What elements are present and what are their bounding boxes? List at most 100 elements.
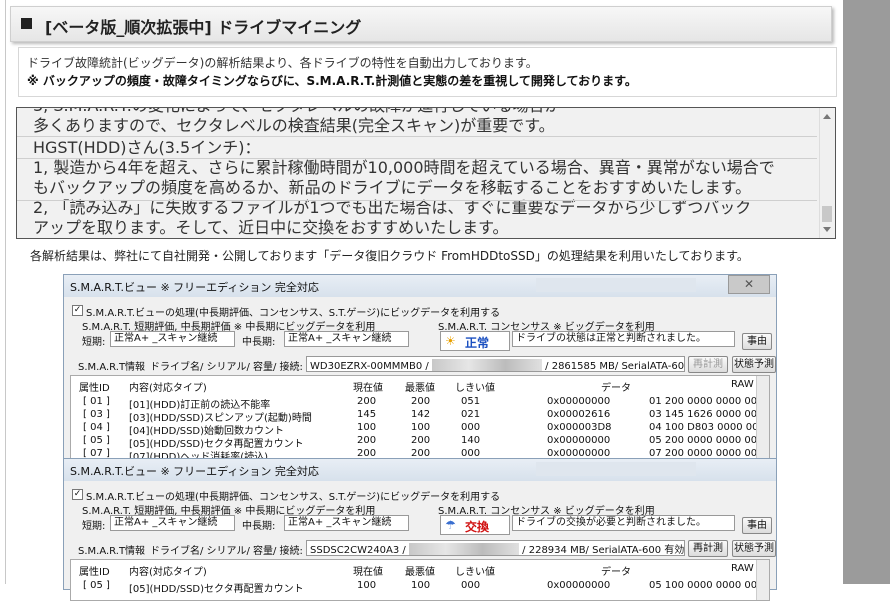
scroll-thumb[interactable] bbox=[822, 206, 832, 222]
right-margin bbox=[843, 0, 890, 584]
analysis-line: もバックアップの頻度を高めるか、新品のドライブにデータを移転することをおすすめい… bbox=[33, 178, 752, 197]
predict-button[interactable]: 状態予測 bbox=[732, 356, 776, 373]
reason-button[interactable]: 事由 bbox=[742, 517, 772, 534]
analysis-line: HGST(HDD)さん(3.5インチ)： bbox=[33, 138, 261, 157]
cell-threshold: 000 bbox=[461, 580, 481, 591]
col-header: しきい値 bbox=[455, 567, 495, 578]
status-badge: ☀ 正常 bbox=[440, 331, 510, 351]
short-label: 短期: bbox=[82, 521, 106, 532]
cell-id: [ 03 ] bbox=[83, 409, 110, 420]
drive-label: ドライブ名/ シリアル/ 容量/ 接続: bbox=[150, 546, 303, 557]
reason-button[interactable]: 事由 bbox=[742, 333, 772, 350]
scroll-up-icon[interactable] bbox=[823, 114, 831, 119]
long-eval-field: 正常A+ _スキャン継続 bbox=[284, 515, 409, 531]
background-window-title bbox=[536, 462, 696, 476]
cell-threshold: 051 bbox=[461, 396, 481, 407]
cell-raw: 03 145 1626 0000 0000 bbox=[649, 409, 770, 420]
short-eval-field: 正常A+ _スキャン継続 bbox=[110, 515, 235, 531]
predict-button[interactable]: 状態予測 bbox=[732, 540, 776, 557]
bigdata-checkbox[interactable]: ✓ bbox=[72, 489, 83, 500]
bigdata-checkbox[interactable]: ✓ bbox=[72, 305, 83, 316]
cell-worst: 100 bbox=[411, 422, 431, 433]
status-text: 正常 bbox=[465, 336, 490, 350]
table-row[interactable]: [ 05 ] [05](HDD/SSD)セクタ再配置カウント 200 200 1… bbox=[71, 435, 770, 450]
intro-line-2: ※ バックアップの頻度・故障タイミングならびに、S.M.A.R.T.計測値と実態… bbox=[27, 74, 637, 88]
cell-current: 200 bbox=[357, 435, 377, 446]
cell-data: 0x000003D8 bbox=[547, 422, 612, 433]
smart-info-label: S.M.A.R.T情報 bbox=[78, 546, 146, 557]
col-header: RAW bbox=[731, 379, 754, 390]
remeasure-button[interactable]: 再計測 bbox=[688, 540, 728, 557]
analysis-line: 2, 「読み込み」に失敗するファイルが1つでも出た場合は、すぐに重要なデータから… bbox=[33, 198, 752, 217]
smart-attribute-table: 属性ID 内容(対応タイプ) 現在値 最悪値 しきい値 データ RAW [ 05… bbox=[70, 559, 770, 601]
drive-label: ドライブ名/ シリアル/ 容量/ 接続: bbox=[150, 362, 303, 373]
analysis-line: 多くありますので、セクタレベルの検査結果(完全スキャン)が重要です。 bbox=[33, 116, 555, 135]
intro-line-1: ドライブ故障統計(ビッグデータ)の解析結果より、各ドライブの特性を自動出力してお… bbox=[27, 56, 538, 70]
cell-current: 200 bbox=[357, 396, 377, 407]
col-header: 属性ID bbox=[79, 383, 110, 394]
cell-worst: 200 bbox=[411, 396, 431, 407]
cell-worst: 200 bbox=[411, 435, 431, 446]
remeasure-button[interactable]: 再計測 bbox=[688, 356, 728, 373]
cell-id: [ 05 ] bbox=[83, 580, 110, 591]
scroll-down-icon[interactable] bbox=[823, 227, 831, 232]
cell-desc: [05](HDD/SSD)セクタ再配置カウント bbox=[129, 584, 304, 595]
divider bbox=[17, 200, 817, 201]
cell-id: [ 05 ] bbox=[83, 435, 110, 446]
smart-view-window-2: S.M.A.R.T.ビュー ※ フリーエディション 完全対応 ✓ S.M.A.R… bbox=[63, 458, 777, 601]
vertical-scrollbar[interactable] bbox=[819, 108, 835, 238]
status-message: ドライブの交換が必要と判断されました。 bbox=[512, 515, 735, 531]
sun-icon: ☀ bbox=[445, 334, 456, 348]
cell-id: [ 01 ] bbox=[83, 396, 110, 407]
cell-current: 145 bbox=[357, 409, 377, 420]
col-header: 内容(対応タイプ) bbox=[129, 383, 207, 394]
drive-field: SSDSC2CW240A3 / / 228934 MB/ SerialATA-6… bbox=[306, 540, 685, 556]
section-header: [ベータ版_順次拡張中] ドライブマイニング bbox=[10, 6, 832, 42]
section-title: [ベータ版_順次拡張中] ドライブマイニング bbox=[45, 18, 362, 37]
drive-info: / 228934 MB/ SerialATA-600 有効 bbox=[522, 545, 685, 556]
status-message: ドライブの状態は正常と判断されました。 bbox=[512, 331, 735, 347]
cell-threshold: 140 bbox=[461, 435, 481, 446]
smart-attribute-table: 属性ID 内容(対応タイプ) 現在値 最悪値 しきい値 データ RAW [ 01… bbox=[70, 375, 770, 463]
umbrella-icon: ☂ bbox=[445, 518, 456, 532]
drive-model: WD30EZRX-00MMMB0 / bbox=[310, 361, 429, 372]
table-scrollbar[interactable] bbox=[756, 376, 769, 462]
smart-view-window-1: S.M.A.R.T.ビュー ※ フリーエディション 完全対応 ✕ ✓ S.M.A… bbox=[63, 274, 777, 463]
cell-threshold: 021 bbox=[461, 409, 481, 420]
analysis-text: 3, S.M.A.R.T.の変化によって、セクタレベルの故障が進行している場合が… bbox=[33, 108, 823, 238]
cell-worst: 142 bbox=[411, 409, 431, 420]
status-badge: ☂ 交換 bbox=[440, 515, 510, 535]
col-header: 現在値 bbox=[353, 567, 383, 578]
table-row[interactable]: [ 03 ] [03](HDD/SSD)スピンアップ(起動)時間 145 142… bbox=[71, 409, 770, 424]
background-window-title bbox=[536, 278, 696, 292]
cell-raw: 04 100 D803 0000 0000 bbox=[649, 422, 770, 433]
cell-raw: 01 200 0000 0000 0000 bbox=[649, 396, 770, 407]
analysis-line: 1, 製造から4年を超え、さらに累計稼働時間が10,000時間を超えている場合、… bbox=[33, 158, 775, 177]
intro-box: ドライブ故障統計(ビッグデータ)の解析結果より、各ドライブの特性を自動出力してお… bbox=[18, 47, 837, 97]
analysis-line: 3, S.M.A.R.T.の変化によって、セクタレベルの故障が進行している場合が bbox=[33, 108, 823, 116]
cell-data: 0x00000000 bbox=[547, 396, 611, 407]
table-row[interactable]: [ 05 ] [05](HDD/SSD)セクタ再配置カウント 100 100 0… bbox=[71, 580, 770, 595]
window-titlebar: S.M.A.R.T.ビュー ※ フリーエディション 完全対応 ✕ bbox=[64, 275, 776, 297]
analysis-scrollbox[interactable]: 3, S.M.A.R.T.の変化によって、セクタレベルの故障が進行している場合が… bbox=[16, 107, 836, 239]
table-scrollbar[interactable] bbox=[756, 560, 769, 600]
col-header: 内容(対応タイプ) bbox=[129, 567, 207, 578]
divider bbox=[17, 136, 817, 137]
table-row[interactable]: [ 01 ] [01](HDD)訂正前の読込不能率 200 200 051 0x… bbox=[71, 396, 770, 411]
table-row[interactable]: [ 04 ] [04](HDD/SSD)始動回数カウント 100 100 000… bbox=[71, 422, 770, 437]
window-title: S.M.A.R.T.ビュー ※ フリーエディション 完全対応 bbox=[70, 281, 319, 294]
close-icon[interactable]: ✕ bbox=[728, 275, 770, 294]
cell-raw: 05 100 0000 0000 0000 bbox=[649, 580, 770, 591]
drive-info: / 2861585 MB/ SerialATA-600 有効 bbox=[545, 361, 685, 372]
cell-raw: 05 200 0000 0000 0000 bbox=[649, 435, 770, 446]
cell-current: 100 bbox=[357, 580, 377, 591]
col-header: 現在値 bbox=[353, 383, 383, 394]
col-header: 最悪値 bbox=[405, 567, 435, 578]
drive-field: WD30EZRX-00MMMB0 / / 2861585 MB/ SerialA… bbox=[306, 356, 685, 372]
redacted-serial bbox=[408, 543, 519, 555]
cell-worst: 100 bbox=[411, 580, 431, 591]
long-label: 中長期: bbox=[242, 521, 276, 532]
window-titlebar: S.M.A.R.T.ビュー ※ フリーエディション 完全対応 bbox=[64, 459, 776, 481]
col-header: データ bbox=[601, 567, 631, 578]
table-header: 属性ID 内容(対応タイプ) 現在値 最悪値 しきい値 データ RAW bbox=[71, 379, 769, 394]
